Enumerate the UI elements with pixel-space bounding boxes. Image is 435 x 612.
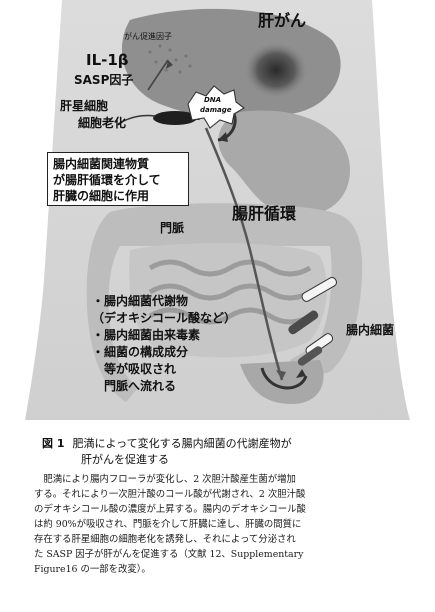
- caption-title-line: 肝がんを促進する: [81, 453, 169, 466]
- il1b-label: IL-1β: [86, 51, 129, 69]
- absorbed-substances-list: ・腸内細菌代謝物 （デオキシコール酸など） ・腸内細菌由来毒素 ・細菌の構成成分…: [92, 293, 236, 395]
- enterohepatic-circulation-label: 腸肝循環: [232, 204, 297, 223]
- list-item: ・腸内細菌由来毒素: [92, 328, 201, 342]
- caption-body-line: た SASP 因子が肝がんを促進する（文献 12、Supplementary: [34, 549, 304, 560]
- caption-body-line: 存在する肝星細胞の細胞老化を誘発し、それによって分泌され: [34, 534, 296, 545]
- list-item: ・腸内細菌代謝物: [92, 294, 189, 308]
- caption-body-line: Figure16 の一部を改変）。: [34, 564, 151, 575]
- caption-title-line: 肥満によって変化する腸内細菌の代謝産物が: [72, 437, 292, 450]
- list-item: 等が吸収され: [92, 362, 177, 376]
- damage-text: damage: [200, 106, 232, 114]
- figure-number: 図 1: [42, 437, 65, 450]
- tumor-mass: [242, 40, 310, 100]
- caption-body-line: 肥満により腸内フローラが変化し、2 次胆汁酸産生菌が増加: [34, 474, 296, 485]
- cancer-promoting-factor-label: がん促進因子: [124, 32, 172, 41]
- callout-line: 腸内細菌関連物質: [53, 157, 150, 171]
- callout-line: が腸肝循環を介して: [53, 173, 161, 187]
- figure-caption-title: 図 1 肥満によって変化する腸内細菌の代謝産物が 肝がんを促進する: [42, 436, 402, 468]
- caption-body-line: は約 90%が吸収され、門脈を介して肝臓に達し、肝臓の間質に: [34, 519, 302, 530]
- list-item: （デオキシコール酸など）: [92, 311, 237, 325]
- cell-senescence-label: 細胞老化: [78, 116, 127, 130]
- sasp-factor-label: SASP因子: [74, 73, 134, 87]
- stellate-cell-label: 肝星細胞: [60, 99, 109, 113]
- callout-box: 腸内細菌関連物質 が腸肝循環を介して 肝臓の細胞に作用: [47, 152, 189, 206]
- list-item: 門脈へ流れる: [92, 379, 177, 393]
- liver-cancer-label: 肝がん: [258, 11, 307, 30]
- caption-body-line: のデオキシコール酸の濃度が上昇する。腸内のデオキシコール酸: [34, 504, 306, 515]
- dna-text: DNA: [204, 96, 222, 104]
- portal-vein-label: 門脈: [160, 221, 185, 235]
- figure-illustration: 肝がん がん促進因子 IL-1β SASP因子 肝星細胞 細胞老化 DNA da…: [0, 0, 435, 420]
- gut-bacteria-label: 腸内細菌: [346, 323, 395, 337]
- callout-line: 肝臓の細胞に作用: [53, 189, 150, 203]
- figure-caption-body: 肥満により腸内フローラが変化し、2 次胆汁酸産生菌が増加 する。それにより一次胆…: [34, 472, 404, 577]
- list-item: ・細菌の構成成分: [92, 345, 189, 359]
- caption-body-line: する。それにより一次胆汁酸のコール酸が代謝され、2 次胆汁酸: [34, 489, 306, 500]
